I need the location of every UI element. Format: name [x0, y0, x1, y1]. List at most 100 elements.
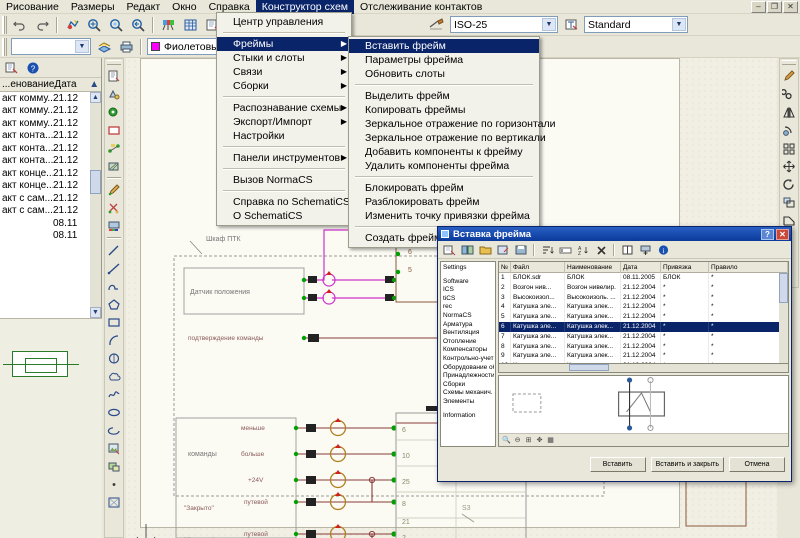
frames-list[interactable]: № Файл Наименование Дата Привязка Правил… [498, 261, 789, 364]
hatch-icon[interactable] [105, 157, 123, 175]
boundary-icon[interactable] [105, 493, 123, 511]
cloud-icon[interactable] [105, 367, 123, 385]
menuitem-blokirovat-freim[interactable]: Блокировать фрейм [349, 181, 539, 195]
polyline-icon[interactable] [105, 277, 123, 295]
menuitem-kopirovat-freimy[interactable]: Копировать фреймы [349, 103, 539, 117]
document-row[interactable]: акт комму... 21.12 [0, 92, 101, 105]
dialog-tree[interactable]: Settings Software ICS tiCS rec NormaCS Арматур… [440, 261, 496, 447]
rectangle-icon[interactable] [105, 121, 123, 139]
menuitem-raspoznavanie-shemy[interactable]: Распознавание схемы ▶ [217, 101, 351, 115]
menuitem-vstavit-freim[interactable]: Вставить фрейм [349, 39, 539, 53]
layer-state-icon[interactable] [94, 37, 114, 56]
toolbar-grip[interactable] [107, 60, 121, 65]
tree-item[interactable]: Компенсаторы [443, 346, 494, 355]
layer-combo[interactable]: ▼ [11, 38, 91, 55]
scroll-thumb[interactable] [779, 273, 788, 303]
tree-item[interactable]: Сборки [443, 381, 494, 390]
draw-order-icon[interactable] [780, 67, 798, 85]
pan-icon[interactable]: ✥ [534, 435, 545, 445]
document-row[interactable]: акт конце... 21.12 [0, 180, 101, 193]
zoom-out-icon[interactable]: ⊖ [512, 435, 523, 445]
pen-icon[interactable] [105, 181, 123, 199]
frames-list-row[interactable]: 2 Возгон нив... Возгон нивелир. 21.12.2004 *… [499, 282, 788, 293]
menu-freimy-submenu[interactable]: Вставить фрейм Параметры фрейма Обновить… [348, 36, 556, 248]
grid-icon[interactable]: ▦ [545, 435, 556, 445]
menu-risovanie[interactable]: Рисование [0, 0, 65, 14]
layer-print-icon[interactable] [116, 37, 136, 56]
frames-list-row[interactable]: 1 БЛОК.sdr БЛОК 08.11.2005 БЛОК * [499, 273, 788, 283]
zoom-in-icon[interactable]: 🔍 [501, 435, 512, 445]
apply-icon[interactable] [637, 242, 653, 257]
tree-item[interactable]: ICS [443, 286, 494, 295]
document-row[interactable]: акт с сам... 21.12 [0, 192, 101, 205]
new-folder-icon[interactable] [477, 242, 493, 257]
scroll-thumb[interactable] [90, 170, 101, 194]
ellipse-icon[interactable] [105, 403, 123, 421]
document-row[interactable]: акт с сам... 21.12 [0, 205, 101, 218]
cancel-button[interactable]: Отмена [729, 456, 785, 472]
restore-button[interactable]: ❐ [767, 1, 782, 13]
mirror-rotate-icon[interactable] [780, 85, 798, 103]
menuitem-freimy[interactable]: Фреймы ▶ [217, 37, 351, 51]
insert-block-icon[interactable] [105, 67, 123, 85]
dialog-titlebar[interactable]: Вставка фрейма ? ✕ [438, 227, 791, 241]
chevron-down-icon[interactable]: ▼ [542, 18, 556, 31]
menuitem-vyzov-normacs[interactable]: Вызов NormaCS [217, 173, 351, 187]
menu-okno[interactable]: Окно [166, 0, 202, 14]
menuitem-obnovit-sloty[interactable]: Обновить слоты [349, 67, 539, 81]
frames-list-scrollbar[interactable] [779, 273, 788, 363]
insert-image-icon[interactable] [105, 439, 123, 457]
scissors-icon[interactable] [105, 199, 123, 217]
frames-list-row[interactable]: 5 Катушка эле... Катушка элек... 21.12.2004… [499, 312, 788, 322]
menuitem-dobavit-komponenty[interactable]: Добавить компоненты к фрейму [349, 145, 539, 159]
pan-icon[interactable] [62, 15, 82, 34]
tree-item[interactable]: tiCS [443, 295, 494, 304]
text-style-icon[interactable] [561, 15, 581, 34]
document-row[interactable]: акт конта... 21.12 [0, 142, 101, 155]
help-button[interactable]: ? [761, 228, 774, 240]
move-icon[interactable] [780, 157, 798, 175]
dimension-style-combo[interactable]: ISO-25 ▼ [450, 16, 558, 33]
menu-redakt[interactable]: Редакт [121, 0, 167, 14]
tree-item[interactable]: Settings [443, 264, 494, 273]
tree-item[interactable]: NormaCS [443, 312, 494, 321]
render-icon[interactable] [158, 15, 178, 34]
scale-icon[interactable] [780, 193, 798, 211]
properties-icon[interactable] [619, 242, 635, 257]
gradient-icon[interactable] [105, 217, 123, 235]
fit-icon[interactable]: ⊞ [523, 435, 534, 445]
tree-item[interactable]: Вентиляция [443, 329, 494, 338]
document-row[interactable]: акт конта... 21.12 [0, 130, 101, 143]
menu-konstruktor-shem-dropdown[interactable]: Центр управления Фреймы ▶ Стыки и слоты … [216, 12, 352, 226]
column-file[interactable]: Файл [511, 262, 565, 273]
frames-list-row[interactable]: 6 Катушка эле... Катушка элек... 21.12.2004… [499, 321, 788, 332]
menuitem-zerkalo-gorizontal[interactable]: Зеркальное отражение по горизонтали [349, 117, 556, 131]
menuitem-izmenit-tochku-privyazki[interactable]: Изменить точку привязки фрейма [349, 209, 539, 223]
toolbar-grip[interactable] [2, 15, 7, 34]
zoom-in-icon[interactable] [106, 15, 126, 34]
menuitem-eksport-import[interactable]: Экспорт/Импорт ▶ [217, 115, 351, 129]
document-list-scrollbar[interactable]: ▲ ▼ [90, 92, 101, 318]
zoom-window-icon[interactable] [84, 15, 104, 34]
scroll-thumb-horizontal[interactable] [569, 364, 609, 371]
tree-item[interactable]: Information [443, 412, 494, 421]
close-button[interactable]: ✕ [783, 1, 798, 13]
insert-and-close-button[interactable]: Вставить и закрыть [650, 456, 724, 472]
menuitem-styki-i-sloty[interactable]: Стыки и слоты ▶ [217, 51, 351, 65]
block-create-icon[interactable] [105, 457, 123, 475]
line-icon[interactable] [105, 241, 123, 259]
menuitem-razblokirovat-freim[interactable]: Разблокировать фрейм [349, 195, 539, 209]
column-date[interactable]: Дата [621, 262, 661, 273]
tree-item[interactable]: Оборудование общее [443, 364, 494, 373]
sort-ascending-icon[interactable]: ▲ [87, 79, 101, 90]
column-binding[interactable]: Привязка [661, 262, 709, 273]
rect-tool-icon[interactable] [105, 313, 123, 331]
document-row[interactable]: акт комму... 21.12 [0, 117, 101, 130]
polygon-icon[interactable] [105, 295, 123, 313]
column-number[interactable]: № [499, 262, 511, 273]
menuitem-svyazi[interactable]: Связи ▶ [217, 65, 351, 79]
info-icon[interactable]: i [655, 242, 671, 257]
tree-item[interactable]: Схемы механич. при. [443, 389, 494, 398]
spline-icon[interactable] [105, 385, 123, 403]
fillet-icon[interactable] [780, 121, 798, 139]
